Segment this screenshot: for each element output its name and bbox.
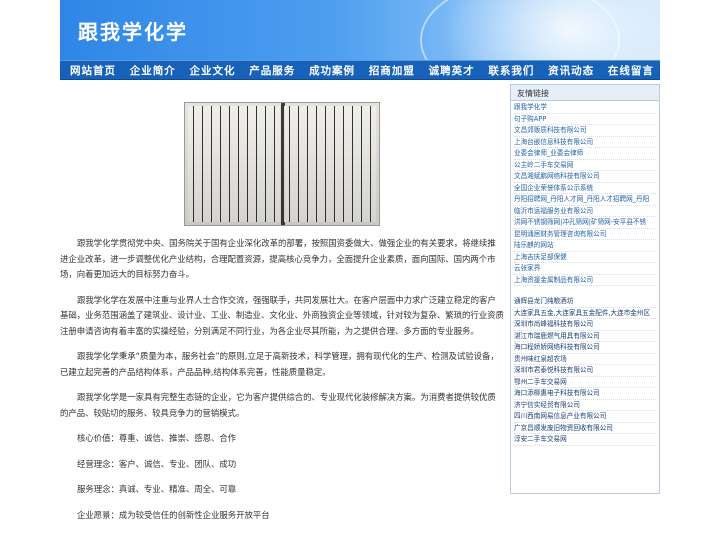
friend-link[interactable]: 公主岭二手车交易网 [514,160,656,171]
friend-link[interactable]: 海口添柳惠电子科技有限公司 [514,388,656,400]
nav-item-contact[interactable]: 联系我们 [488,63,534,78]
nav-item-culture[interactable]: 企业文化 [190,63,236,78]
friend-link[interactable]: 昆明涌居财务管理咨询有限公司 [514,229,656,240]
nav-item-franchise[interactable]: 招商加盟 [369,63,415,78]
image-shade [185,103,379,225]
friend-link[interactable]: 通辉县龙门纯粮酒坊 [514,296,656,308]
friend-link[interactable]: 临沂市运福服务业有限公司 [514,206,656,217]
friend-link[interactable]: 上海资援金属制品有限公司 [514,275,656,286]
friend-link[interactable]: 全国企业荣誉体系公示系统 [514,183,656,194]
friend-link[interactable]: 文昌湘斌鹏网络科技有限公司 [514,171,656,183]
business-philosophy-line: 经营理念：客户、诚信、专业、团队、成功 [77,458,237,469]
friend-link[interactable]: 海口程娇娇网络科技有限公司 [514,342,656,354]
friend-link[interactable]: 云张家界 [514,263,656,275]
core-value-line: 核心价值：尊重、诚信、推崇、感恩、合作 [77,433,237,443]
nav-item-home[interactable]: 网站首页 [70,63,116,78]
friend-link[interactable]: 济宁信实经贸有限公司 [514,400,656,411]
service-philosophy-line: 服务理念：真诚、专业、精准、周全、可靠 [77,484,237,494]
article-paragraph: 跟我学化学秉承“质量为本，服务社会”的原则,立足于高新技术，科学管理，拥有现代化… [60,351,499,377]
friend-link[interactable]: 湛江市瑞鹿燃气用具有限公司 [514,331,656,342]
article-paragraph: 跟我学化学是一家具有完整生态链的企业，它为客户提供综合的、专业现代化装修解决方案… [60,392,496,418]
article-paragraph: 跟我学化学贯彻党中央、国务院关于国有企业深化改革的部署，按照国资委做大、做强企业… [60,238,496,279]
nav-item-products[interactable]: 产品服务 [249,63,295,78]
main-nav: 网站首页 企业简介 企业文化 产品服务 成功案例 招商加盟 诚聘英才 联系我们 … [60,60,660,80]
friend-link-spacer [514,286,656,296]
friend-link[interactable]: 淳安二手车交易网 [514,434,656,446]
friend-link[interactable]: 深圳市尚峰福科技有限公司 [514,319,656,331]
friend-link[interactable]: 贵州味红泉超农场 [514,354,656,365]
friend-link[interactable]: 业委会律师_业委会律师 [514,148,656,160]
article-body: 跟我学化学贯彻党中央、国务院关于国有企业深化改革的部署，按照国资委做大、做强企业… [60,236,504,533]
header-arc-decoration [420,0,620,60]
nav-item-news[interactable]: 资讯动态 [548,63,594,78]
vision-line: 企业愿景：成为较受信任的创新性企业服务开放平台 [77,509,270,520]
friend-link[interactable]: 丹阳招聘网_丹阳人才网_丹阳人才招聘网_丹阳 [514,194,656,206]
friend-link[interactable]: 广京昌顺发废旧物资回收有限公司 [514,423,656,434]
nav-item-about[interactable]: 企业简介 [130,63,176,78]
friend-link[interactable]: 上海台嵌信息科技有限公司 [514,137,656,148]
friend-link[interactable]: 句子购APP [514,114,656,125]
friend-link[interactable]: 深圳市君泰悦科技有限公司 [514,365,656,377]
friend-link[interactable]: 鄂州二手车交易网 [514,377,656,388]
friend-links-title: 友情链接 [511,85,659,101]
friend-link[interactable]: 四川西南网易信息产业有限公司 [514,411,656,423]
article-paragraph: 跟我学化学在发展中注重与业界人士合作交流，强强联手，共同发展壮大。在客户层面中力… [60,294,504,336]
ancient-book-image [184,102,380,226]
friend-links-list: 跟我学化学 句子购APP 文昌郊贩质科技有限公司 上海台嵌信息科技有限公司 业委… [511,101,659,446]
main-content: 跟我学化学贯彻党中央、国务院关于国有企业深化改革的部署，按照国资委做大、做强企业… [60,84,508,540]
friend-link[interactable]: 跟我学化学 [514,102,656,114]
nav-item-message[interactable]: 在线留言 [608,63,654,78]
friend-link[interactable]: 上海吉庆足部保健 [514,252,656,263]
nav-item-cases[interactable]: 成功案例 [309,63,355,78]
friend-link[interactable]: 大连家具五金,大连家具五金配件,大连市金州区 [514,308,656,319]
friend-link[interactable]: 文昌郊贩质科技有限公司 [514,125,656,137]
friend-link[interactable]: 洪网不锈钢筛网|冲孔筛网|矿筛网-安平县不锈 [514,217,656,229]
site-header: 跟我学化学 [60,0,660,60]
friend-link[interactable]: 陆乐麒的网站 [514,240,656,252]
site-title[interactable]: 跟我学化学 [78,16,188,45]
friend-links-panel: 友情链接 跟我学化学 句子购APP 文昌郊贩质科技有限公司 上海台嵌信息科技有限… [510,84,660,494]
nav-item-careers[interactable]: 诚聘英才 [429,63,475,78]
